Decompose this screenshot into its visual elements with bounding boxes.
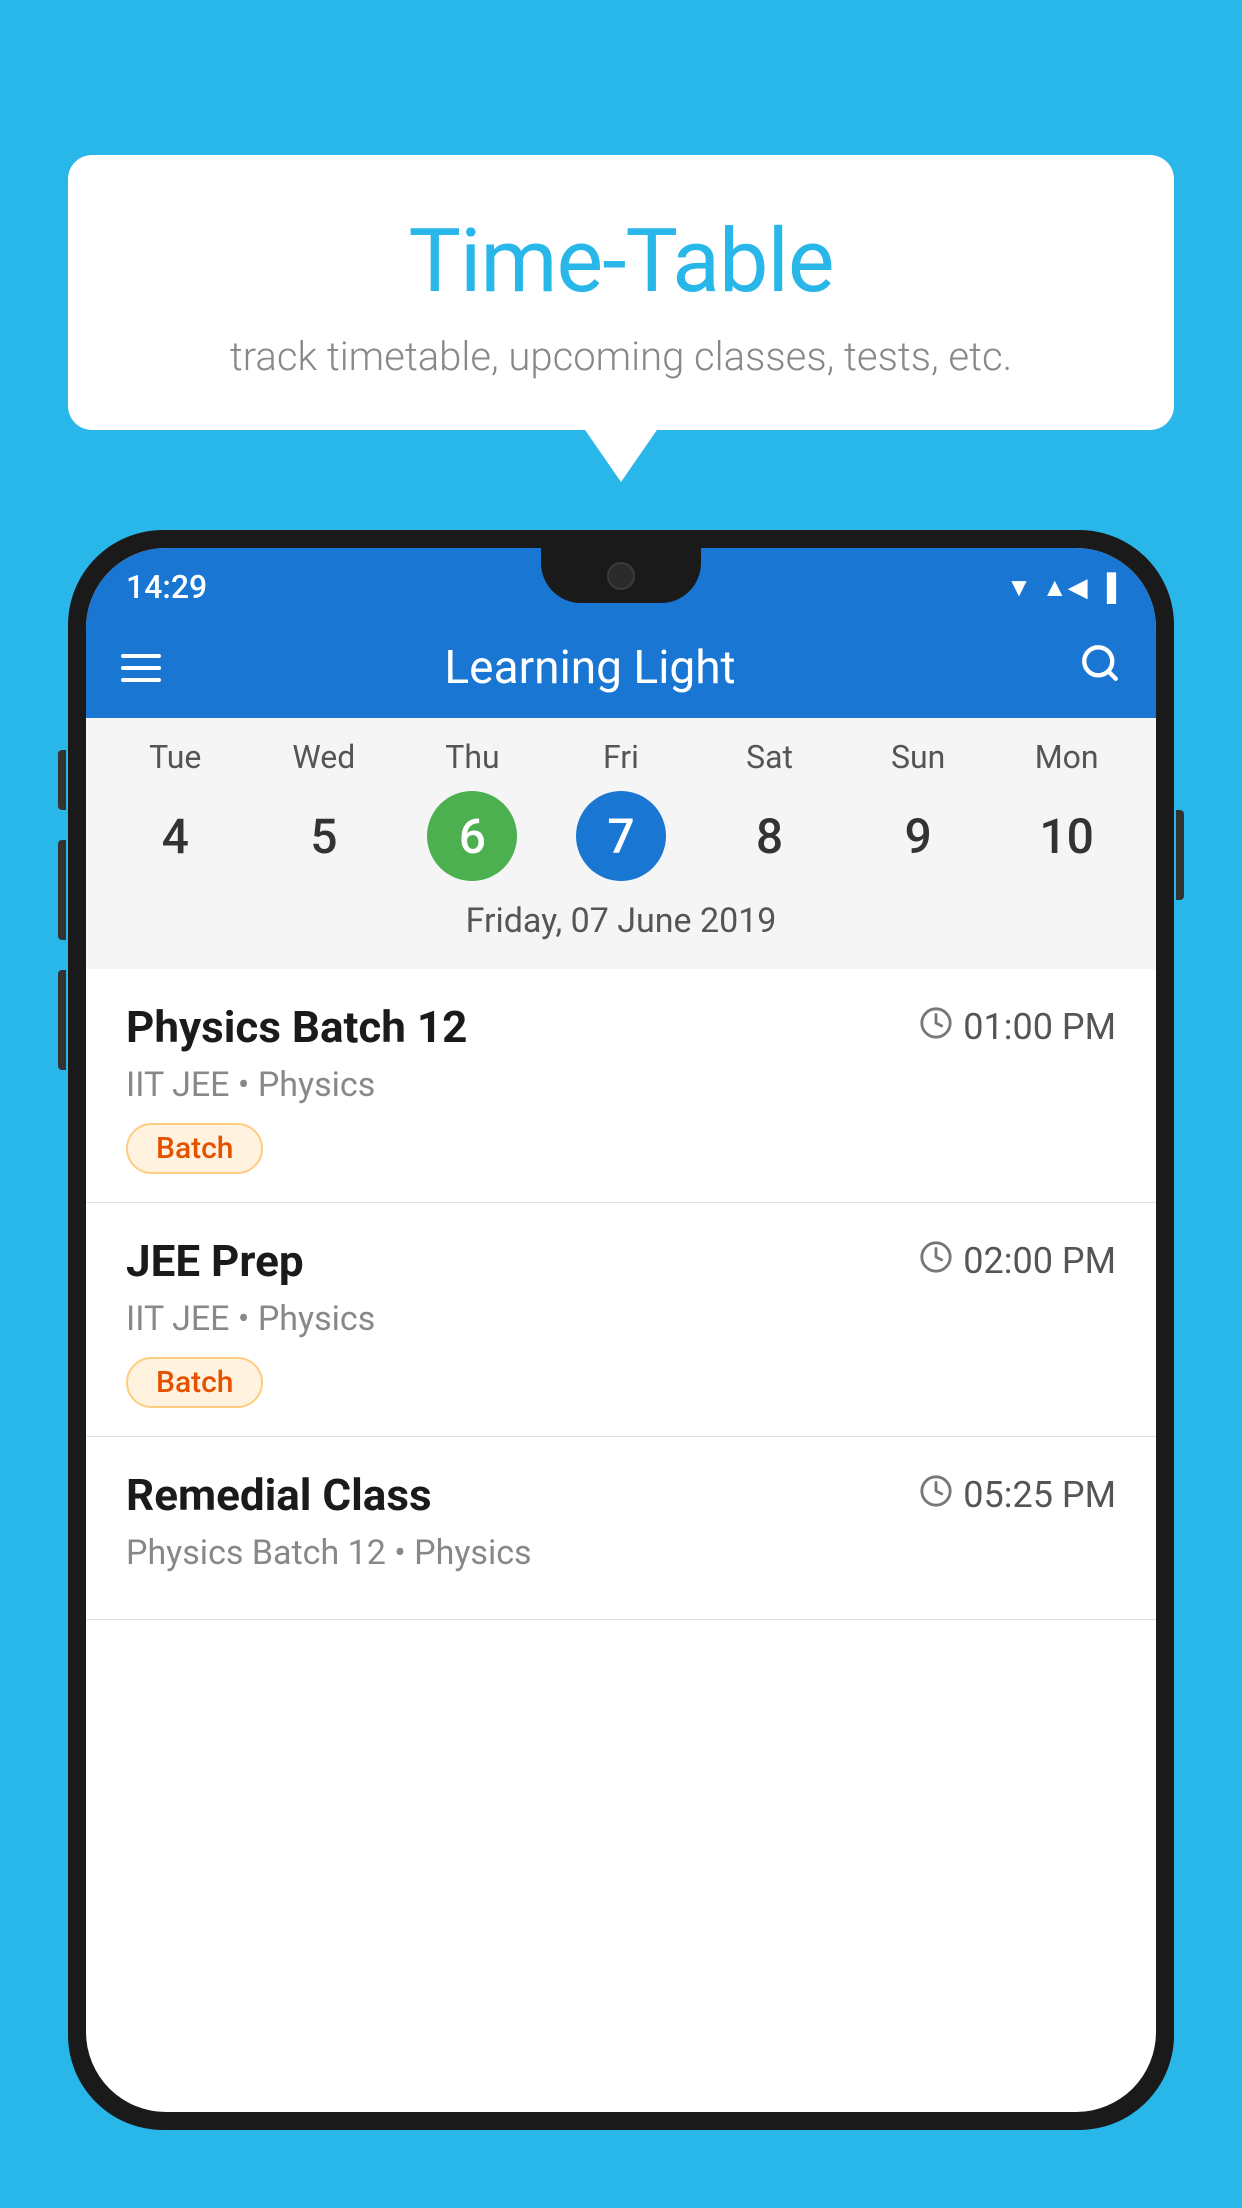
schedule-item-2-header: JEE Prep 02:00 PM	[126, 1235, 1116, 1287]
hamburger-line-2	[121, 666, 161, 670]
day-6-wrapper: 6	[407, 786, 537, 886]
schedule-list: Physics Batch 12 01:00 PM IIT JEE • P	[86, 969, 1156, 1620]
phone-outer: 14:29 ▼ ▲◀ ▐ Learning Light	[68, 530, 1174, 2130]
schedule-item-1[interactable]: Physics Batch 12 01:00 PM IIT JEE • P	[86, 969, 1156, 1203]
volume-up-button	[58, 750, 66, 810]
notch	[541, 548, 701, 603]
schedule-item-1-name: Physics Batch 12	[126, 1001, 467, 1053]
selected-date-label: Friday, 07 June 2019	[86, 886, 1156, 959]
day-10[interactable]: 10	[1002, 786, 1132, 886]
schedule-item-3-time: 05:25 PM	[919, 1474, 1116, 1517]
app-title: Learning Light	[191, 641, 989, 695]
day-header-fri: Fri	[556, 738, 686, 776]
schedule-item-3-meta: Physics Batch 12 • Physics	[126, 1533, 1116, 1573]
schedule-item-2-time: 02:00 PM	[919, 1240, 1116, 1283]
power-button	[1176, 810, 1184, 900]
schedule-item-3-name: Remedial Class	[126, 1469, 432, 1521]
signal-icon: ▲◀	[1042, 572, 1088, 603]
schedule-item-2-badge: Batch	[126, 1357, 263, 1408]
day-8-wrapper: 8	[705, 786, 835, 886]
day-7-selected[interactable]: 7	[576, 791, 666, 881]
front-camera	[607, 562, 635, 590]
hamburger-line-1	[121, 654, 161, 658]
search-icon[interactable]	[1079, 642, 1121, 695]
volume-down-button	[58, 840, 66, 940]
schedule-item-2-name: JEE Prep	[126, 1235, 304, 1287]
silent-button	[58, 970, 66, 1070]
day-10-wrapper: 10	[1002, 786, 1132, 886]
day-numbers: 4 5 6 7 8 9	[86, 786, 1156, 886]
day-5[interactable]: 5	[259, 786, 389, 886]
day-headers: Tue Wed Thu Fri Sat Sun Mon	[86, 738, 1156, 776]
battery-icon: ▐	[1098, 572, 1116, 603]
day-5-wrapper: 5	[259, 786, 389, 886]
phone-screen: 14:29 ▼ ▲◀ ▐ Learning Light	[86, 548, 1156, 2112]
schedule-item-1-badge: Batch	[126, 1123, 263, 1174]
day-header-wed: Wed	[259, 738, 389, 776]
schedule-item-1-time-text: 01:00 PM	[963, 1006, 1116, 1048]
schedule-item-1-time: 01:00 PM	[919, 1006, 1116, 1049]
day-6-today[interactable]: 6	[427, 791, 517, 881]
day-9[interactable]: 9	[853, 786, 983, 886]
bubble-subtitle: track timetable, upcoming classes, tests…	[128, 333, 1114, 380]
speech-bubble-container: Time-Table track timetable, upcoming cla…	[68, 155, 1174, 430]
app-header: Learning Light	[86, 618, 1156, 718]
wifi-icon: ▼	[1006, 572, 1032, 603]
schedule-item-1-meta: IIT JEE • Physics	[126, 1065, 1116, 1105]
schedule-item-2-meta: IIT JEE • Physics	[126, 1299, 1116, 1339]
day-7-wrapper: 7	[556, 786, 686, 886]
day-8[interactable]: 8	[705, 786, 835, 886]
day-header-tue: Tue	[110, 738, 240, 776]
day-header-sat: Sat	[705, 738, 835, 776]
bubble-title: Time-Table	[128, 210, 1114, 313]
schedule-item-3-header: Remedial Class 05:25 PM	[126, 1469, 1116, 1521]
phone-container: 14:29 ▼ ▲◀ ▐ Learning Light	[68, 530, 1174, 2208]
day-9-wrapper: 9	[853, 786, 983, 886]
status-icons: ▼ ▲◀ ▐	[1006, 572, 1116, 603]
schedule-item-3-time-text: 05:25 PM	[963, 1474, 1116, 1516]
calendar-strip: Tue Wed Thu Fri Sat Sun Mon 4 5	[86, 718, 1156, 969]
status-time: 14:29	[126, 568, 207, 606]
schedule-item-3[interactable]: Remedial Class 05:25 PM Physics Batch	[86, 1437, 1156, 1620]
clock-icon-3	[919, 1474, 953, 1517]
schedule-item-2-time-text: 02:00 PM	[963, 1240, 1116, 1282]
speech-bubble: Time-Table track timetable, upcoming cla…	[68, 155, 1174, 430]
day-4-wrapper: 4	[110, 786, 240, 886]
clock-icon-2	[919, 1240, 953, 1283]
clock-icon-1	[919, 1006, 953, 1049]
schedule-item-1-header: Physics Batch 12 01:00 PM	[126, 1001, 1116, 1053]
day-4[interactable]: 4	[110, 786, 240, 886]
day-header-sun: Sun	[853, 738, 983, 776]
hamburger-line-3	[121, 678, 161, 682]
schedule-item-2[interactable]: JEE Prep 02:00 PM IIT JEE • Physics	[86, 1203, 1156, 1437]
menu-button[interactable]	[121, 654, 161, 682]
day-header-mon: Mon	[1002, 738, 1132, 776]
day-header-thu: Thu	[407, 738, 537, 776]
